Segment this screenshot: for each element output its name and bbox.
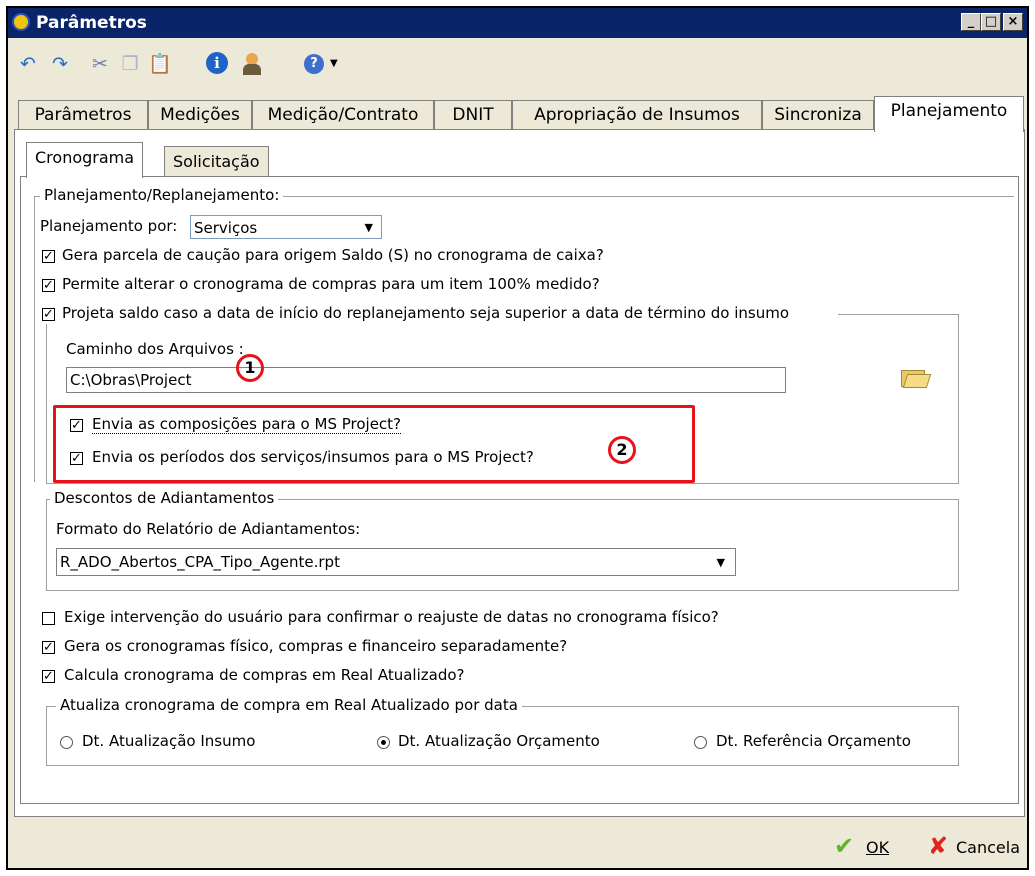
composicoes-checkbox[interactable]: ✓ <box>70 419 83 432</box>
radio-dt-referencia-orcamento[interactable] <box>694 736 707 749</box>
paste-icon[interactable]: 📋 <box>148 52 172 76</box>
undo-icon[interactable]: ↶ <box>16 52 40 76</box>
planejamento-por-select[interactable]: Serviços ▼ <box>190 215 382 239</box>
annotation-marker-1: 1 <box>236 354 264 382</box>
composicoes-label: Envia as composições para o MS Project? <box>92 415 402 434</box>
descontos-group <box>46 499 959 591</box>
help-icon[interactable]: ? <box>304 52 328 76</box>
caminho-input[interactable]: C:\Obras\Project <box>66 367 786 393</box>
annotation-marker-2: 2 <box>608 436 636 464</box>
formato-value: R_ADO_Abertos_CPA_Tipo_Agente.rpt <box>60 553 340 571</box>
chevron-down-icon: ▼ <box>364 221 373 234</box>
subtab-bar: Cronograma Solicitação <box>20 142 320 178</box>
info-icon[interactable]: i <box>206 52 230 76</box>
minimize-button[interactable]: _ <box>961 13 981 31</box>
descontos-group-title: Descontos de Adiantamentos <box>50 489 279 507</box>
close-button[interactable]: × <box>1003 13 1023 31</box>
caucao-label: Gera parcela de caução para origem Saldo… <box>62 246 604 264</box>
alterar-label: Permite alterar o cronograma de compras … <box>62 275 600 293</box>
projeta-label: Projeta saldo caso a data de início do r… <box>62 304 790 322</box>
radio-dt-referencia-orcamento-label: Dt. Referência Orçamento <box>716 732 911 750</box>
radio-dt-atualizacao-orcamento-label: Dt. Atualização Orçamento <box>398 732 600 750</box>
app-icon <box>12 13 30 31</box>
tab-bar: Parâmetros Medições Medição/Contrato DNI… <box>10 96 1027 132</box>
tab-planejamento[interactable]: Planejamento <box>874 96 1024 132</box>
tab-medicoes[interactable]: Medições <box>148 100 252 130</box>
planejamento-por-label: Planejamento por: <box>40 217 178 235</box>
maximize-button[interactable]: □ <box>981 13 1001 31</box>
open-folder-icon[interactable] <box>900 364 932 388</box>
subtab-cronograma[interactable]: Cronograma <box>26 142 144 178</box>
chevron-down-icon: ▼ <box>716 556 725 569</box>
tab-sincroniza[interactable]: Sincroniza <box>762 100 874 130</box>
cancel-button[interactable]: ✘ Cancela <box>928 832 1028 860</box>
radio-dt-atualizacao-insumo[interactable] <box>60 736 73 749</box>
alterar-checkbox[interactable]: ✓ <box>42 279 55 292</box>
caucao-checkbox[interactable]: ✓ <box>42 250 55 263</box>
exige-label: Exige intervenção do usuário para confir… <box>64 608 719 626</box>
periodos-checkbox[interactable]: ✓ <box>70 452 83 465</box>
tab-dnit[interactable]: DNIT <box>434 100 512 130</box>
toolbar: ↶ ↷ ✂ ❐ 📋 i ? ▼ <box>8 38 1027 96</box>
planejamento-por-value: Serviços <box>194 219 258 237</box>
radio-dt-atualizacao-insumo-label: Dt. Atualização Insumo <box>82 732 256 750</box>
ok-button[interactable]: ✔ OK <box>834 832 904 860</box>
gera-label: Gera os cronogramas físico, compras e fi… <box>64 637 568 655</box>
ok-label: OK <box>866 838 890 857</box>
help-dropdown-icon[interactable]: ▼ <box>330 58 338 69</box>
calcula-checkbox[interactable]: ✓ <box>42 670 55 683</box>
check-icon: ✔ <box>834 832 855 860</box>
atualiza-group-title: Atualiza cronograma de compra em Real At… <box>56 696 522 714</box>
tab-medicao-contrato[interactable]: Medição/Contrato <box>252 100 434 130</box>
user-icon[interactable] <box>240 52 264 76</box>
exige-checkbox[interactable] <box>42 612 55 625</box>
tab-apropriacao-insumos[interactable]: Apropriação de Insumos <box>512 100 762 130</box>
periodos-label: Envia os períodos dos serviços/insumos p… <box>92 448 534 466</box>
copy-icon[interactable]: ❐ <box>118 52 142 76</box>
formato-label: Formato do Relatório de Adiantamentos: <box>56 520 361 538</box>
calcula-label: Calcula cronograma de compras em Real At… <box>64 666 465 684</box>
redo-icon[interactable]: ↷ <box>48 52 72 76</box>
cut-icon[interactable]: ✂ <box>88 52 112 76</box>
cancel-x-icon: ✘ <box>928 832 949 860</box>
cancel-label: Cancela <box>956 838 1021 857</box>
formato-select[interactable]: R_ADO_Abertos_CPA_Tipo_Agente.rpt ▼ <box>56 548 736 576</box>
planejamento-group-title: Planejamento/Replanejamento: <box>40 186 284 204</box>
window-title: Parâmetros <box>36 13 147 33</box>
projeta-checkbox[interactable]: ✓ <box>42 308 55 321</box>
caminho-label: Caminho dos Arquivos : <box>66 340 244 358</box>
radio-dt-atualizacao-orcamento[interactable] <box>377 736 390 749</box>
title-bar: Parâmetros _ □ × <box>8 8 1027 38</box>
gera-checkbox[interactable]: ✓ <box>42 641 55 654</box>
subtab-solicitacao[interactable]: Solicitação <box>164 146 269 178</box>
tab-parametros[interactable]: Parâmetros <box>18 100 148 130</box>
